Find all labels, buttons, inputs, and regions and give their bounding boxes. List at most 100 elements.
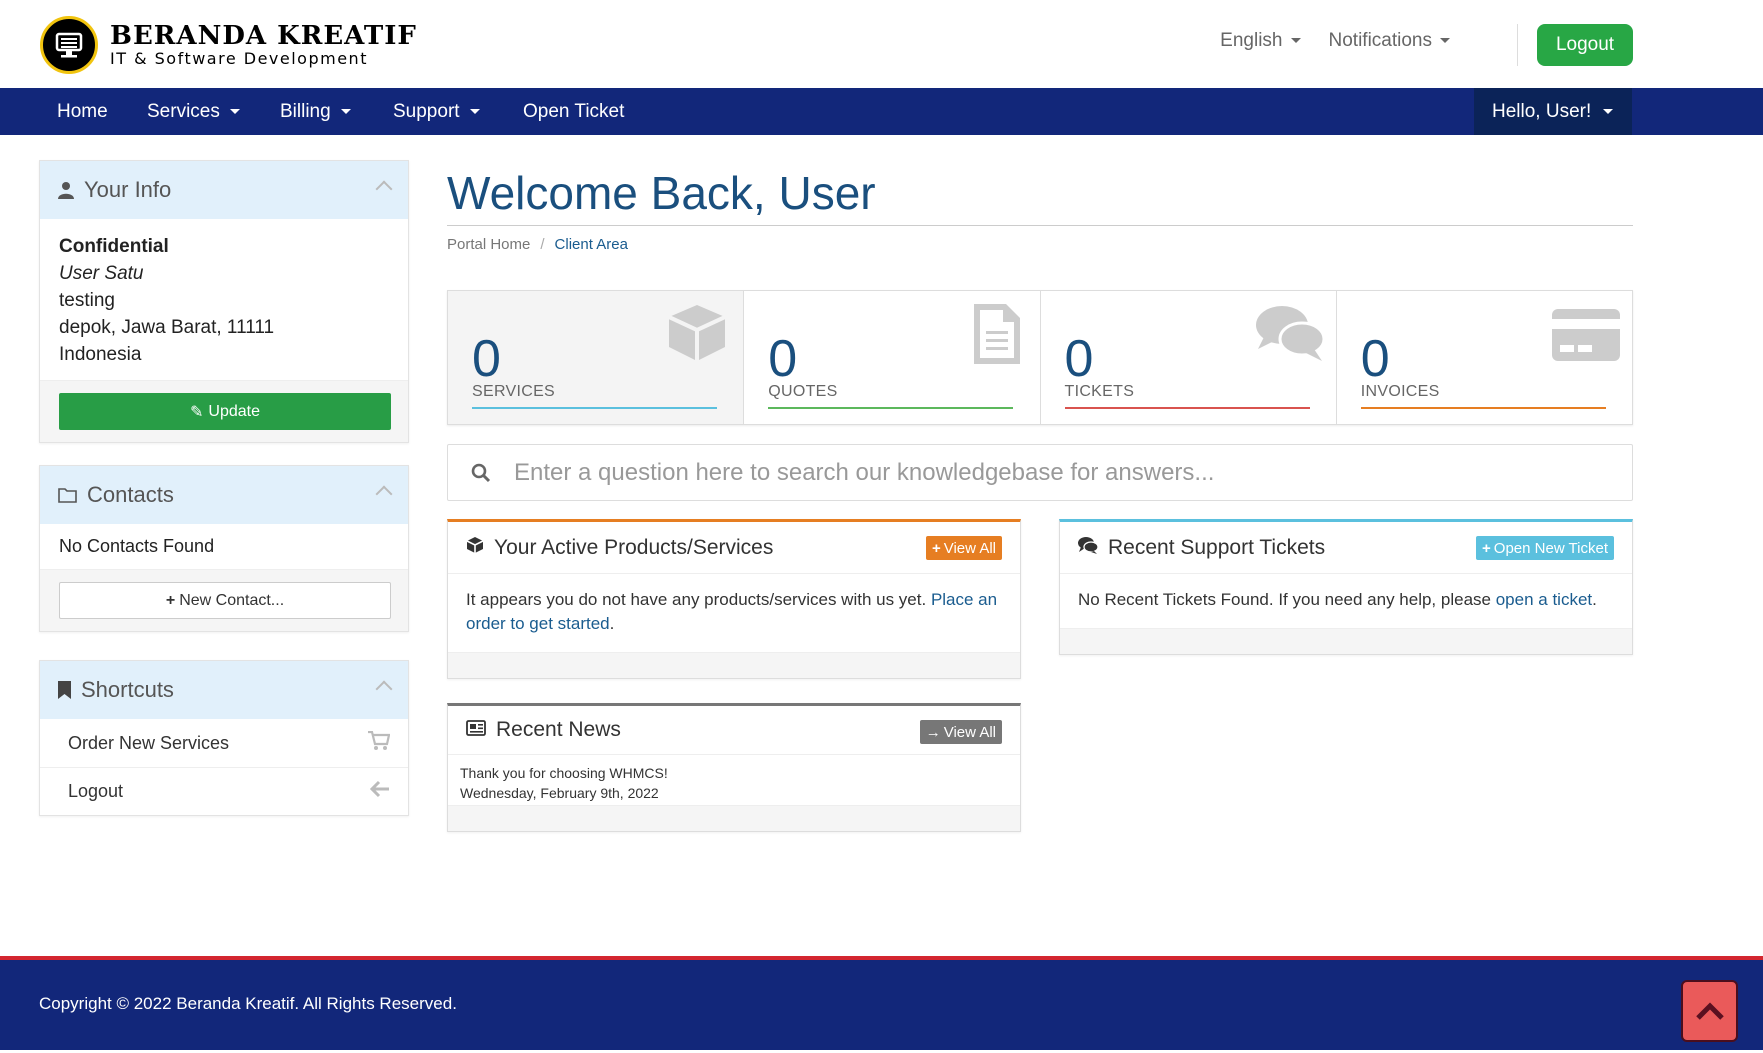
user-menu-label: Hello, User! bbox=[1492, 101, 1592, 122]
news-headline: Thank you for choosing WHMCS! bbox=[460, 765, 668, 781]
tile-underline bbox=[1360, 407, 1606, 409]
view-all-products-button[interactable]: + View All bbox=[925, 536, 1002, 560]
notifications-label: Notifications bbox=[1328, 30, 1433, 51]
card-title: Your Active Products/Services bbox=[494, 535, 774, 559]
new-contact-label: New Contact... bbox=[179, 591, 285, 609]
credit-card-icon bbox=[1552, 309, 1620, 361]
nav-item-support[interactable]: Support bbox=[393, 88, 480, 135]
copyright-text: Copyright © 2022 Beranda Kreatif. All Ri… bbox=[39, 994, 457, 1013]
shortcut-label: Logout bbox=[68, 781, 124, 801]
logo-badge-icon bbox=[40, 16, 98, 74]
your-info-panel: Your Info Confidential User Satu testing… bbox=[39, 160, 409, 443]
shortcut-order-new-services[interactable]: Order New Services bbox=[40, 719, 408, 767]
panel-title: Contacts bbox=[87, 482, 174, 507]
chevron-up-icon bbox=[1695, 1002, 1724, 1020]
tile-count: 0 bbox=[1360, 330, 1390, 388]
tile-underline bbox=[768, 407, 1014, 409]
nav-item-services[interactable]: Services bbox=[147, 88, 240, 135]
panel-title: Shortcuts bbox=[81, 677, 174, 702]
address-line-2: depok, Jawa Barat, 11111 bbox=[59, 317, 275, 338]
tile-services[interactable]: 0 SERVICES bbox=[448, 291, 745, 424]
panel-title: Your Info bbox=[84, 177, 172, 202]
no-products-text: It appears you do not have any products/… bbox=[466, 590, 927, 609]
title-divider bbox=[447, 225, 1633, 226]
folder-icon bbox=[58, 487, 77, 503]
tile-label: INVOICES bbox=[1360, 383, 1440, 400]
card-footer bbox=[448, 652, 1020, 678]
shortcuts-panel: Shortcuts Order New Services Logout bbox=[39, 660, 409, 816]
nav-label: Billing bbox=[280, 101, 331, 122]
pencil-icon: ✎ bbox=[190, 403, 204, 421]
company-name: Confidential bbox=[59, 236, 169, 257]
breadcrumb: Portal Home / Client Area bbox=[447, 236, 628, 253]
update-button[interactable]: ✎ Update bbox=[59, 393, 391, 430]
logout-button[interactable]: Logout bbox=[1537, 24, 1633, 66]
tile-tickets[interactable]: 0 TICKETS bbox=[1040, 291, 1337, 424]
recent-news-card: Recent News → View All Thank you for choo… bbox=[447, 703, 1021, 832]
nav-item-home[interactable]: Home bbox=[57, 88, 108, 135]
open-new-ticket-label: Open New Ticket bbox=[1493, 539, 1608, 557]
tile-label: SERVICES bbox=[472, 383, 556, 400]
no-tickets-text: No Recent Tickets Found. If you need any… bbox=[1078, 590, 1491, 609]
breadcrumb-current[interactable]: Client Area bbox=[555, 236, 628, 253]
plus-icon: + bbox=[1482, 539, 1491, 557]
card-title: Recent Support Tickets bbox=[1108, 535, 1326, 559]
header-divider bbox=[1517, 24, 1518, 66]
nav-label: Home bbox=[57, 101, 108, 122]
period: . bbox=[1592, 590, 1597, 609]
update-label: Update bbox=[208, 402, 260, 420]
language-dropdown[interactable]: English bbox=[1220, 30, 1301, 52]
period: . bbox=[609, 614, 615, 633]
stats-tiles: 0 SERVICES 0 QUOTES 0 TICKETS 0 INVOICES bbox=[447, 290, 1633, 425]
page-title: Welcome Back, User bbox=[447, 167, 876, 219]
breadcrumb-home[interactable]: Portal Home bbox=[447, 236, 530, 253]
tile-count: 0 bbox=[1064, 330, 1094, 388]
comments-icon bbox=[1255, 306, 1326, 361]
search-input[interactable] bbox=[514, 458, 1614, 487]
breadcrumb-separator: / bbox=[540, 236, 545, 253]
address-line-1: testing bbox=[59, 290, 115, 311]
shortcut-label: Order New Services bbox=[68, 732, 230, 753]
nav-item-open-ticket[interactable]: Open Ticket bbox=[523, 88, 624, 135]
chevron-down-icon bbox=[229, 109, 240, 115]
news-item[interactable]: Thank you for choosing WHMCS! Wednesday,… bbox=[448, 755, 1020, 811]
chevron-up-icon[interactable] bbox=[375, 680, 393, 698]
shortcuts-header[interactable]: Shortcuts bbox=[40, 661, 408, 719]
user-menu[interactable]: Hello, User! bbox=[1474, 88, 1632, 135]
cube-icon bbox=[668, 305, 727, 361]
shortcut-logout[interactable]: Logout bbox=[40, 767, 408, 815]
bookmark-icon bbox=[58, 681, 71, 699]
open-new-ticket-button[interactable]: + Open New Ticket bbox=[1476, 536, 1614, 560]
notifications-dropdown[interactable]: Notifications bbox=[1328, 30, 1450, 52]
open-ticket-link[interactable]: open a ticket bbox=[1496, 590, 1592, 609]
your-info-header[interactable]: Your Info bbox=[40, 161, 408, 219]
newspaper-icon bbox=[466, 719, 486, 741]
no-contacts-text: No Contacts Found bbox=[59, 536, 215, 556]
view-all-news-button[interactable]: → View All bbox=[919, 720, 1002, 744]
tile-quotes[interactable]: 0 QUOTES bbox=[744, 291, 1041, 424]
new-contact-button[interactable]: + New Contact... bbox=[59, 582, 391, 619]
tile-label: QUOTES bbox=[768, 383, 838, 400]
chevron-up-icon[interactable] bbox=[375, 485, 393, 503]
nav-item-billing[interactable]: Billing bbox=[280, 88, 351, 135]
brand-title: BERANDA KREATIF bbox=[110, 21, 417, 51]
tile-count: 0 bbox=[768, 330, 798, 388]
brand-logo[interactable]: BERANDA KREATIF IT & Software Developmen… bbox=[40, 16, 417, 74]
nav-label: Open Ticket bbox=[523, 101, 625, 122]
language-label: English bbox=[1220, 30, 1283, 51]
back-to-top-button[interactable] bbox=[1681, 980, 1738, 1042]
chevron-up-icon[interactable] bbox=[375, 180, 393, 198]
chevron-down-icon bbox=[340, 109, 351, 115]
contacts-header[interactable]: Contacts bbox=[40, 466, 408, 524]
chevron-down-icon bbox=[1440, 38, 1450, 44]
active-products-card: Your Active Products/Services + View All … bbox=[447, 519, 1021, 679]
tile-invoices[interactable]: 0 INVOICES bbox=[1336, 291, 1632, 424]
contacts-panel: Contacts No Contacts Found + New Contact… bbox=[39, 465, 409, 632]
arrow-right-icon: → bbox=[925, 723, 941, 741]
plus-icon: + bbox=[931, 539, 941, 557]
client-name: User Satu bbox=[59, 263, 144, 284]
view-all-label: View All bbox=[943, 723, 996, 741]
plus-icon: + bbox=[165, 591, 176, 609]
news-date: Wednesday, February 9th, 2022 bbox=[460, 785, 659, 801]
comments-icon bbox=[1078, 536, 1099, 559]
